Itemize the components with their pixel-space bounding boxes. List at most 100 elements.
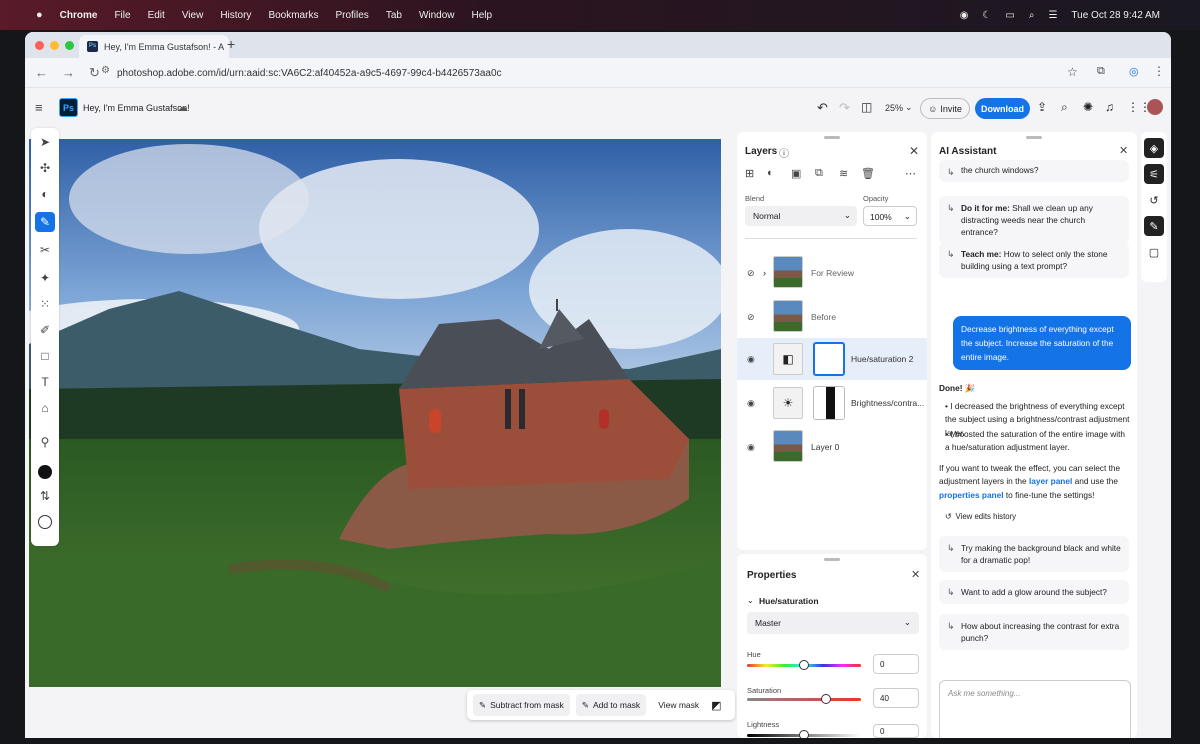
minimize-window-button[interactable]	[50, 40, 59, 50]
view-edits-history-link[interactable]: ↺ View edits history	[945, 512, 1016, 521]
apple-icon[interactable]: ●	[36, 9, 43, 21]
saturation-slider-track[interactable]	[747, 698, 861, 701]
layer-mask-thumbnail[interactable]	[813, 342, 845, 376]
zoom-chevron-icon[interactable]: ⌄	[905, 102, 913, 113]
layer-row[interactable]: ⊘ Before	[737, 296, 927, 338]
menu-bookmarks[interactable]: Bookmarks	[268, 10, 318, 21]
brush-selection-tool-icon[interactable]: ✎	[35, 212, 55, 232]
focus-icon[interactable]: ◉	[960, 10, 969, 21]
zoom-level[interactable]: 25%	[885, 103, 903, 113]
opacity-field[interactable]: 100% ⌄	[863, 206, 917, 226]
clock[interactable]: Tue Oct 28 9:42 AM	[1071, 10, 1160, 21]
avatar[interactable]	[1147, 99, 1163, 115]
moon-icon[interactable]: ☾	[982, 10, 991, 21]
move-tool-icon[interactable]: ➤	[35, 132, 55, 152]
quick-select-tool-icon[interactable]: ✣	[35, 158, 55, 178]
hue-value-field[interactable]: 0	[873, 654, 919, 674]
suggestion-card[interactable]: Try making the background black and whit…	[939, 536, 1129, 573]
close-icon[interactable]: ✕	[909, 144, 919, 158]
invite-button[interactable]: ☺ Invite	[920, 98, 970, 119]
layer-stack-icon[interactable]: ≋	[839, 167, 848, 180]
ask-input[interactable]: Ask me something... ⌂ ➤	[939, 680, 1131, 738]
suggestion-card[interactable]: Want to add a glow around the subject?	[939, 580, 1129, 605]
cloud-sync-icon[interactable]: ☁	[177, 101, 188, 114]
browser-tab[interactable]: Ps Hey, I'm Emma Gustafson! - A	[79, 35, 229, 58]
compare-icon[interactable]: ◫	[861, 100, 872, 114]
suggestion-card[interactable]: How about increasing the contrast for ex…	[939, 614, 1129, 651]
suggestion-card[interactable]: Teach me: How to select only the stone b…	[939, 242, 1129, 279]
panel-drag-handle[interactable]	[1026, 136, 1042, 139]
panel-drag-handle[interactable]	[824, 558, 840, 561]
close-icon[interactable]: ✕	[911, 568, 920, 581]
adjustment-layer-icon[interactable]: ◐	[767, 167, 774, 179]
bookmark-star-icon[interactable]: ☆	[1067, 65, 1078, 79]
add-to-mask-button[interactable]: ✎ Add to mask	[575, 694, 647, 716]
menu-view[interactable]: View	[182, 10, 204, 21]
background-color-swatch[interactable]	[35, 512, 55, 532]
properties-panel-link[interactable]: properties panel	[939, 490, 1004, 500]
forward-icon[interactable]: →	[62, 65, 75, 80]
back-icon[interactable]: ←	[35, 65, 48, 80]
menu-chrome[interactable]: Chrome	[60, 10, 98, 21]
clone-tool-icon[interactable]: ⁙	[35, 294, 55, 314]
more-options-icon[interactable]: ⋯	[905, 167, 916, 180]
layer-row[interactable]: ◉ ☀ Brightness/contra...	[737, 382, 927, 424]
close-window-button[interactable]	[35, 40, 44, 50]
shape-tool-icon[interactable]: □	[35, 346, 55, 366]
battery-icon[interactable]: ▭	[1005, 10, 1014, 21]
smart-object-icon[interactable]: ⧉	[815, 167, 823, 180]
search-icon[interactable]: ⌕	[1061, 100, 1068, 115]
menu-tab[interactable]: Tab	[386, 10, 402, 21]
heal-tool-icon[interactable]: ✂	[35, 240, 55, 260]
close-icon[interactable]: ✕	[1119, 144, 1128, 157]
new-tab-icon[interactable]: +	[227, 36, 235, 52]
add-layer-icon[interactable]: ⊞	[745, 167, 754, 180]
brush-tool-icon[interactable]: ✐	[35, 320, 55, 340]
channel-select[interactable]: Master ⌄	[747, 612, 919, 634]
layers-panel-icon[interactable]: ◈	[1144, 138, 1164, 158]
menu-profiles[interactable]: Profiles	[335, 10, 368, 21]
extension-icon[interactable]: ⧉	[1097, 65, 1105, 78]
generative-tool-icon[interactable]: ✦	[35, 268, 55, 288]
hue-slider-knob[interactable]	[799, 660, 809, 670]
paint-bucket-tool-icon[interactable]: ⌂	[35, 398, 55, 418]
control-center-icon[interactable]: ☰	[1048, 10, 1057, 21]
eye-icon[interactable]: ◉	[747, 354, 755, 365]
ai-assistant-icon[interactable]: ✎	[1144, 216, 1164, 236]
collapse-chevron-icon[interactable]: ⌄	[747, 596, 754, 605]
eye-icon[interactable]: ◉	[747, 398, 755, 409]
more-icon[interactable]: ⋮	[1153, 64, 1165, 78]
type-tool-icon[interactable]: T	[35, 372, 55, 392]
layer-row-selected[interactable]: ◉ ◧ Hue/saturation 2	[737, 338, 927, 380]
expand-chevron-icon[interactable]: ›	[763, 268, 766, 278]
comments-icon[interactable]: ▢	[1144, 242, 1164, 262]
saturation-slider-knob[interactable]	[821, 694, 831, 704]
download-button[interactable]: Download	[975, 98, 1030, 119]
layer-row[interactable]: ◉ Layer 0	[737, 426, 927, 468]
site-info-icon[interactable]: ⚙	[101, 65, 110, 76]
menu-file[interactable]: File	[114, 10, 130, 21]
share-icon[interactable]: ⇪	[1037, 100, 1047, 114]
url-field[interactable]: photoshop.adobe.com/id/urn:aaid:sc:VA6C2…	[117, 68, 502, 79]
menu-window[interactable]: Window	[419, 10, 455, 21]
panel-drag-handle[interactable]	[824, 136, 840, 139]
mask-options-icon[interactable]: ◩	[711, 699, 721, 712]
layer-row[interactable]: ⊘ › For Review	[737, 252, 927, 294]
eyedropper-tool-icon[interactable]: ⚲	[35, 432, 55, 452]
hidden-eye-icon[interactable]: ⊘	[747, 312, 755, 323]
layer-mask-thumbnail[interactable]	[813, 386, 845, 420]
undo-icon[interactable]: ↶	[817, 100, 828, 116]
object-select-tool-icon[interactable]: ◐	[35, 184, 55, 204]
lightness-value-field[interactable]: 0	[873, 724, 919, 738]
zoom-window-button[interactable]	[65, 40, 74, 50]
bell-icon[interactable]: ♫	[1105, 100, 1114, 114]
info-icon[interactable]: ⓘ	[779, 145, 789, 160]
blend-mode-select[interactable]: Normal ⌄	[745, 206, 857, 226]
subtract-from-mask-button[interactable]: ✎ Subtract from mask	[473, 694, 570, 716]
menu-history[interactable]: History	[220, 10, 251, 21]
saturation-value-field[interactable]: 40	[873, 688, 919, 708]
eye-icon[interactable]: ◉	[747, 442, 755, 453]
menu-edit[interactable]: Edit	[148, 10, 165, 21]
canvas-image[interactable]	[29, 139, 721, 687]
mask-icon[interactable]: ▣	[791, 167, 801, 180]
